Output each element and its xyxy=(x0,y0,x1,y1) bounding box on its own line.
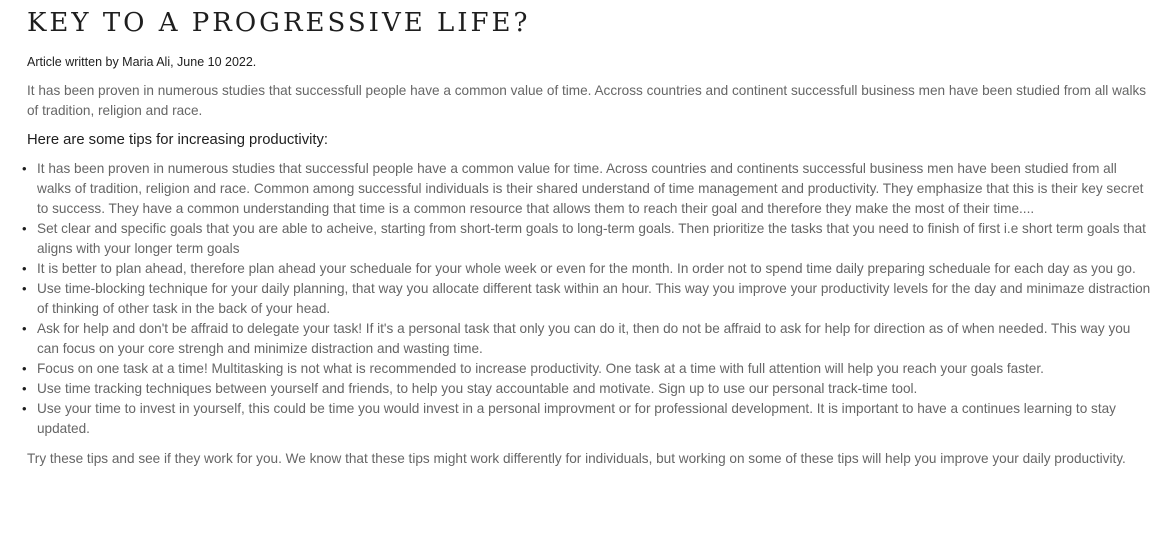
list-item-text: Ask for help and don't be affraid to del… xyxy=(37,321,1131,356)
bullet-icon: • xyxy=(22,261,27,276)
tips-heading: Here are some tips for increasing produc… xyxy=(27,132,328,148)
bullet-icon: • xyxy=(22,281,27,296)
list-item: • Set clear and specific goals that you a… xyxy=(22,219,1152,259)
list-item-text: It has been proven in numerous studies t… xyxy=(37,161,1144,216)
bullet-icon: • xyxy=(22,161,27,176)
article-byline: Article written by Maria Ali, June 10 20… xyxy=(27,55,257,69)
list-item-text: Use time-blocking technique for your dai… xyxy=(37,281,1151,316)
list-item: • Focus on one task at a time! Multitaski… xyxy=(22,359,1152,379)
article: KEY TO A PROGRESSIVE LIFE? Article writt… xyxy=(22,0,1152,469)
bullet-icon: • xyxy=(22,401,27,416)
intro-paragraph: It has been proven in numerous studies t… xyxy=(27,83,1147,118)
list-item: • Use time-blocking technique for your da… xyxy=(22,279,1152,319)
article-title: KEY TO A PROGRESSIVE LIFE? xyxy=(27,8,531,38)
list-item-text: Use your time to invest in yourself, thi… xyxy=(37,401,1116,436)
list-item-text: Use time tracking techniques between you… xyxy=(37,381,918,396)
outro-paragraph: Try these tips and see if they work for … xyxy=(27,451,1126,466)
bullet-icon: • xyxy=(22,221,27,236)
list-item: • Use time tracking techniques between yo… xyxy=(22,379,1152,399)
tips-list: • It has been proven in numerous studies … xyxy=(22,159,1152,439)
list-item: • It is better to plan ahead, therefore p… xyxy=(22,259,1152,279)
list-item: • Ask for help and don't be affraid to de… xyxy=(22,319,1152,359)
bullet-icon: • xyxy=(22,321,27,336)
bullet-icon: • xyxy=(22,381,27,396)
list-item-text: Set clear and specific goals that you ar… xyxy=(37,221,1146,256)
list-item: • Use your time to invest in yourself, th… xyxy=(22,399,1152,439)
bullet-icon: • xyxy=(22,361,27,376)
list-item-text: Focus on one task at a time! Multitaskin… xyxy=(37,361,1044,376)
list-item-text: It is better to plan ahead, therefore pl… xyxy=(37,261,1136,276)
list-item: • It has been proven in numerous studies … xyxy=(22,159,1152,219)
